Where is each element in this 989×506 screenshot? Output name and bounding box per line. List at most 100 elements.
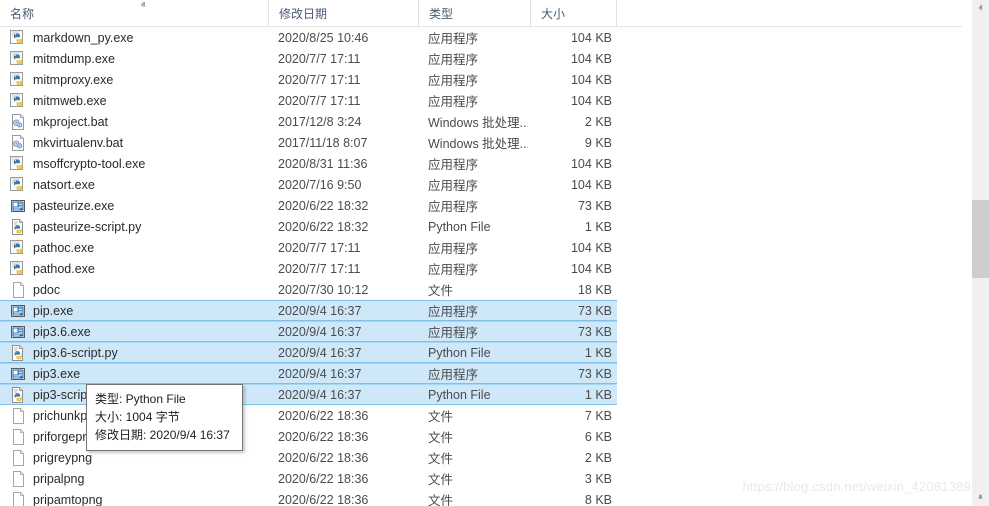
file-name-label: pip3.6.exe — [33, 324, 91, 339]
file-row-size-cell: 104 KB — [570, 156, 612, 171]
file-row[interactable]: pdoc 2020/7/30 10:12 文件 18 KB — [0, 279, 617, 300]
scroll-up-arrow-icon[interactable]: ⱏ — [972, 0, 989, 17]
file-row-date-cell: 2020/7/7 17:11 — [278, 93, 361, 108]
file-row[interactable]: pasteurize.exe 2020/6/22 18:32 应用程序 73 KB — [0, 195, 617, 216]
file-row-type-cell: 应用程序 — [428, 242, 479, 256]
file-row-type-cell: 文件 — [428, 410, 454, 424]
file-name-label: pip.exe — [33, 303, 74, 318]
file-row-date-cell: 2020/9/4 16:37 — [278, 324, 362, 339]
python-exe-icon — [10, 239, 26, 256]
file-name-label: mitmdump.exe — [33, 51, 115, 66]
blank-file-icon — [10, 407, 26, 424]
file-row-size-cell: 73 KB — [577, 198, 612, 213]
file-name-label: markdown_py.exe — [33, 30, 134, 45]
file-row[interactable]: pip3.6-script.py 2020/9/4 16:37 Python Fil… — [0, 342, 617, 363]
file-row-size-cell: 104 KB — [570, 177, 612, 192]
file-row-type-cell: Python File — [428, 387, 491, 402]
file-row-name-cell: pasteurize.exe — [10, 196, 260, 215]
file-name-label: mkproject.bat — [33, 114, 109, 129]
python-exe-icon — [10, 71, 26, 88]
python-exe-icon — [10, 260, 26, 277]
console-exe-icon — [10, 366, 26, 382]
column-header-size[interactable]: 大小 — [530, 0, 616, 26]
file-row-type-cell: 应用程序 — [428, 32, 479, 46]
python-exe-icon — [10, 176, 26, 193]
python-exe-icon — [10, 92, 26, 109]
column-header-type[interactable]: 类型 — [418, 0, 530, 26]
file-row[interactable]: pasteurize-script.py 2020/6/22 18:32 Pytho… — [0, 216, 617, 237]
file-row[interactable]: pripalpng 2020/6/22 18:36 文件 3 KB — [0, 468, 617, 489]
file-row-size-cell: 7 KB — [584, 408, 612, 423]
file-row-size-cell: 3 KB — [584, 471, 612, 486]
file-row[interactable]: markdown_py.exe 2020/8/25 10:46 应用程序 104 KB — [0, 27, 617, 48]
blank-file-icon — [10, 491, 26, 506]
file-row-name-cell: natsort.exe — [10, 175, 260, 194]
vertical-scrollbar[interactable]: ⱏ ⱞ — [972, 0, 989, 506]
file-row-date-cell: 2017/11/18 8:07 — [278, 135, 368, 150]
file-row[interactable]: natsort.exe 2020/7/16 9:50 应用程序 104 KB — [0, 174, 617, 195]
file-row-name-cell: pathoc.exe — [10, 238, 260, 257]
scrollbar-thumb[interactable] — [972, 200, 989, 278]
file-row-size-cell: 104 KB — [570, 51, 612, 66]
file-row[interactable]: pathoc.exe 2020/7/7 17:11 应用程序 104 KB — [0, 237, 617, 258]
file-row-size-cell: 1 KB — [584, 219, 612, 234]
file-row-type-cell: 应用程序 — [428, 158, 479, 172]
file-row-size-cell: 73 KB — [577, 303, 612, 318]
file-row-date-cell: 2020/9/4 16:37 — [278, 303, 362, 318]
file-row[interactable]: pip3.exe 2020/9/4 16:37 应用程序 73 KB — [0, 363, 617, 384]
file-name-label: mitmproxy.exe — [33, 72, 114, 87]
file-explorer-details-view: ⱏ 名称 修改日期 类型 大小 markdown_py.exe 2020/8/25… — [0, 0, 989, 506]
file-row-size-cell: 104 KB — [570, 30, 612, 45]
file-row-date-cell: 2020/6/22 18:32 — [278, 219, 369, 234]
file-row-date-cell: 2020/6/22 18:36 — [278, 408, 369, 423]
file-row-name-cell: pripamtopng — [10, 490, 260, 506]
file-row[interactable]: pripamtopng 2020/6/22 18:36 文件 8 KB — [0, 489, 617, 506]
console-exe-icon — [10, 324, 26, 340]
file-row[interactable]: pathod.exe 2020/7/7 17:11 应用程序 104 KB — [0, 258, 617, 279]
file-row-size-cell: 8 KB — [584, 492, 612, 506]
file-row[interactable]: mitmweb.exe 2020/7/7 17:11 应用程序 104 KB — [0, 90, 617, 111]
column-header-date-modified[interactable]: 修改日期 — [268, 0, 418, 26]
file-row[interactable]: mkproject.bat 2017/12/8 3:24 Windows 批处理..… — [0, 111, 617, 132]
file-row-type-cell: 文件 — [428, 284, 454, 298]
file-row-name-cell: pip3.exe — [10, 364, 260, 383]
file-name-label: pasteurize.exe — [33, 198, 115, 213]
file-row-size-cell: 104 KB — [570, 261, 612, 276]
file-row-date-cell: 2020/8/25 10:46 — [278, 30, 369, 45]
file-row[interactable]: msoffcrypto-tool.exe 2020/8/31 11:36 应用程序 1… — [0, 153, 617, 174]
file-row[interactable]: mkvirtualenv.bat 2017/11/18 8:07 Windows 批… — [0, 132, 617, 153]
file-row-date-cell: 2020/9/4 16:37 — [278, 387, 362, 402]
column-header-name[interactable]: 名称 — [0, 0, 268, 26]
column-header-row: ⱏ 名称 修改日期 类型 大小 — [0, 0, 962, 27]
batch-file-icon — [10, 113, 26, 130]
file-row-date-cell: 2020/7/7 17:11 — [278, 261, 361, 276]
file-row-size-cell: 1 KB — [584, 387, 612, 402]
file-row-name-cell: mitmdump.exe — [10, 49, 260, 68]
file-row-type-cell: 应用程序 — [428, 305, 479, 319]
file-row-name-cell: pdoc — [10, 280, 260, 299]
file-row-size-cell: 2 KB — [584, 450, 612, 465]
python-exe-icon — [10, 155, 26, 172]
file-row[interactable]: pip.exe 2020/9/4 16:37 应用程序 73 KB — [0, 300, 617, 321]
file-row-date-cell: 2020/6/22 18:36 — [278, 429, 369, 444]
file-row[interactable]: pip3.6.exe 2020/9/4 16:37 应用程序 73 KB — [0, 321, 617, 342]
file-row-type-cell: 应用程序 — [428, 263, 479, 277]
batch-file-icon — [10, 134, 26, 151]
file-name-label: pdoc — [33, 282, 61, 297]
column-header-filler — [616, 0, 962, 26]
scroll-down-arrow-icon[interactable]: ⱞ — [972, 489, 989, 506]
file-row-name-cell: pripalpng — [10, 469, 260, 488]
console-exe-icon — [10, 198, 26, 214]
python-exe-icon — [10, 29, 26, 46]
file-name-label: pathod.exe — [33, 261, 95, 276]
tooltip-line-date-modified: 修改日期: 2020/9/4 16:37 — [95, 428, 230, 442]
file-row-date-cell: 2017/12/8 3:24 — [278, 114, 362, 129]
file-row-size-cell: 73 KB — [577, 324, 612, 339]
file-row[interactable]: mitmproxy.exe 2020/7/7 17:11 应用程序 104 KB — [0, 69, 617, 90]
file-row-name-cell: pip3.6.exe — [10, 322, 260, 341]
file-row-size-cell: 104 KB — [570, 93, 612, 108]
file-row[interactable]: mitmdump.exe 2020/7/7 17:11 应用程序 104 KB — [0, 48, 617, 69]
tooltip-line-type: 类型: Python File — [95, 392, 186, 406]
file-row-size-cell: 73 KB — [577, 366, 612, 381]
file-row-type-cell: 应用程序 — [428, 179, 479, 193]
